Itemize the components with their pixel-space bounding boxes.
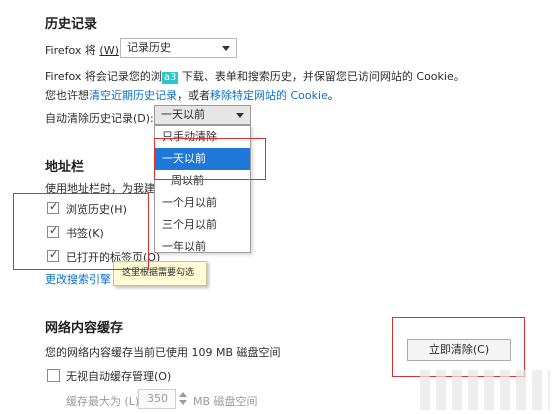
cache-limit-label: 缓存最大为 (L)	[66, 395, 140, 408]
cache-limit-unit: MB 磁盘空间	[193, 395, 258, 408]
change-search-engine-link[interactable]: 更改搜索引擎	[45, 271, 111, 287]
annotation-highlight-clear-button	[392, 317, 525, 377]
annotation-highlight-dropdown	[154, 138, 266, 180]
history-description-line1: Firefox 将会记录您的浏 a3 下载、表单和搜索历史，并保留您已访问网站的 …	[45, 70, 465, 84]
override-cache-label: 无视自动缓存管理(O)	[66, 370, 172, 383]
arrow-down-icon	[179, 400, 187, 405]
clear-recent-history-link[interactable]: 清空近期历史记录	[89, 89, 177, 102]
chevron-down-icon	[236, 113, 244, 118]
history-mode-value: 记录历史	[127, 41, 171, 54]
dropdown-option[interactable]: 三个月以前	[155, 214, 250, 236]
cache-heading: 网络内容缓存	[45, 321, 124, 336]
address-bar-heading: 地址栏	[45, 160, 85, 175]
firefox-will-label: Firefox 将 (W)	[45, 44, 119, 57]
cache-limit-input[interactable]: 350	[138, 389, 176, 409]
annotation-highlight-checkboxes	[13, 193, 149, 270]
chevron-down-icon	[222, 46, 230, 51]
watermark	[420, 370, 550, 410]
history-mode-select[interactable]: 记录历史	[120, 38, 237, 58]
auto-clear-value: 一天以前	[161, 108, 205, 121]
auto-clear-select[interactable]: 一天以前	[154, 105, 251, 125]
cache-limit-stepper[interactable]	[177, 389, 189, 409]
override-cache-checkbox[interactable]	[47, 369, 60, 382]
cache-usage-text: 您的网络内容缓存当前已使用 109 MB 磁盘空间	[45, 346, 281, 359]
auto-clear-label: 自动清除历史记录(D):	[45, 112, 154, 125]
remove-cookies-link[interactable]: 移除特定网站的 Cookie	[210, 89, 328, 102]
history-description-line2: 您也许想清空近期历史记录，或者移除特定网站的 Cookie。	[45, 89, 339, 102]
dropdown-option[interactable]: 一个月以前	[155, 192, 250, 214]
dropdown-option[interactable]: 一年以前	[155, 236, 250, 258]
history-heading: 历史记录	[45, 17, 98, 32]
arrow-up-icon	[179, 392, 187, 397]
overlay-badge: a3	[161, 72, 179, 84]
